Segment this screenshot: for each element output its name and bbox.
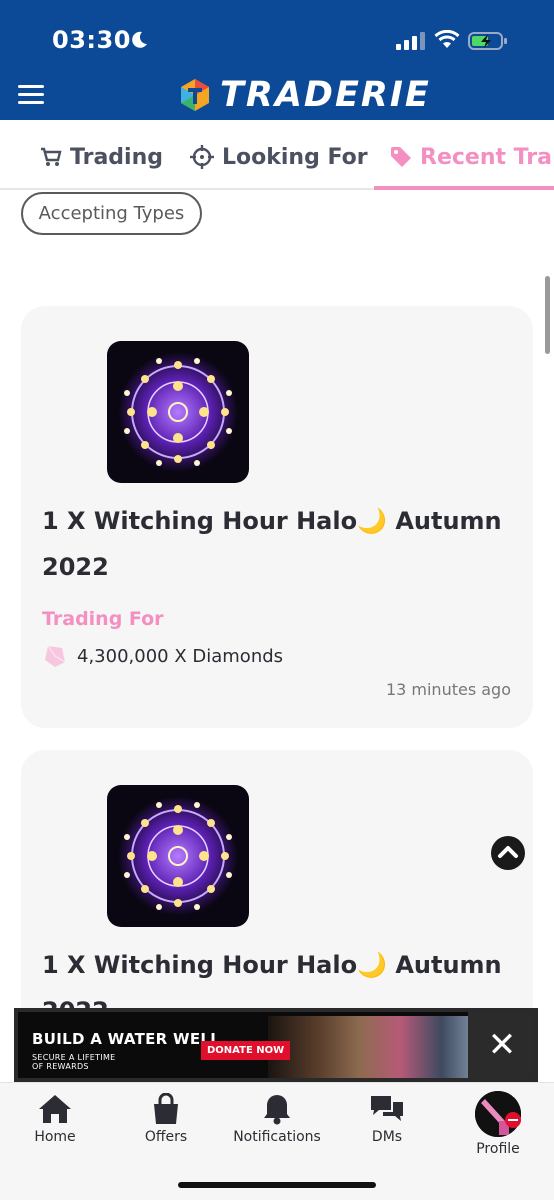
scrollbar[interactable] <box>545 276 550 354</box>
trading-for-label: Trading For <box>42 608 164 630</box>
ad-title: BUILD A WATER WELL <box>32 1030 221 1048</box>
active-tab-indicator <box>374 186 554 190</box>
item-title[interactable]: 1 X Witching Hour Halo🌙 Autumn 2022 <box>42 498 512 590</box>
tag-icon <box>391 147 411 167</box>
home-icon <box>39 1095 71 1123</box>
tab-label: Trading <box>70 144 163 170</box>
cart-icon <box>41 147 62 166</box>
tab-label: Looking For <box>222 144 368 170</box>
halo-icon <box>118 796 238 916</box>
tab-looking-for[interactable]: Looking For <box>190 142 368 172</box>
item-image[interactable] <box>107 785 249 927</box>
shopping-bag-icon <box>154 1093 178 1124</box>
nav-label: Offers <box>144 1129 188 1145</box>
nav-profile[interactable]: Profile <box>443 1091 553 1157</box>
nav-label: Notifications <box>233 1129 321 1145</box>
traderie-logo[interactable]: TRADERIE <box>178 75 431 115</box>
signal-icon <box>396 32 425 50</box>
hamburger-menu-button[interactable] <box>16 82 46 108</box>
price-text: 4,300,000 X Diamonds <box>77 645 284 667</box>
donate-now-button[interactable]: DONATE NOW <box>201 1041 291 1060</box>
nav-offers[interactable]: Offers <box>111 1093 221 1145</box>
tab-label: Recent Tra <box>420 144 552 170</box>
nav-label: DMs <box>371 1129 403 1145</box>
ad-creative[interactable]: BUILD A WATER WELL SECURE A LIFETIME OF … <box>18 1012 468 1078</box>
ad-photo <box>268 1016 468 1078</box>
ad-subtitle: OF REWARDS <box>32 1062 89 1071</box>
close-ad-button[interactable]: ✕ <box>470 1012 534 1078</box>
crosshair-icon <box>190 145 214 169</box>
tab-bar: Trading Looking For Recent Tra <box>0 120 554 190</box>
halo-icon <box>118 352 238 472</box>
brand-name: TRADERIE <box>220 75 431 115</box>
home-indicator <box>178 1182 376 1188</box>
profile-status-badge <box>505 1112 521 1128</box>
listing-card[interactable]: 1 X Witching Hour Halo🌙 Autumn 2022 Trad… <box>21 306 533 728</box>
scroll-to-top-button[interactable] <box>491 836 525 870</box>
ad-subtitle: SECURE A LIFETIME <box>32 1053 116 1062</box>
tab-recent-trades[interactable]: Recent Tra <box>390 142 552 172</box>
tab-trading[interactable]: Trading <box>40 142 163 172</box>
status-time: 03:30 <box>52 26 131 54</box>
accepting-types-filter[interactable]: Accepting Types <box>21 192 202 235</box>
diamond-icon <box>45 645 66 667</box>
wifi-icon <box>434 30 460 48</box>
nav-notifications[interactable]: Notifications <box>222 1093 332 1145</box>
menu-line <box>18 85 44 88</box>
timestamp: 13 minutes ago <box>385 680 511 699</box>
nav-dms[interactable]: DMs <box>332 1093 442 1145</box>
logo-mark-icon <box>181 79 209 111</box>
app-header: 03:30 TRADERIE <box>0 0 554 120</box>
nav-home[interactable]: Home <box>0 1093 110 1145</box>
menu-line <box>18 101 44 104</box>
moon-icon <box>132 31 147 48</box>
item-image[interactable] <box>107 341 249 483</box>
bell-icon <box>264 1095 290 1125</box>
chat-bubbles-icon <box>371 1096 403 1121</box>
ad-banner[interactable]: BUILD A WATER WELL SECURE A LIFETIME OF … <box>14 1008 538 1082</box>
menu-line <box>18 93 44 96</box>
chevron-up-icon <box>498 846 518 858</box>
price-row: 4,300,000 X Diamonds <box>43 644 283 668</box>
nav-label: Profile <box>476 1141 520 1157</box>
nav-label: Home <box>34 1129 76 1145</box>
battery-icon <box>468 32 507 50</box>
